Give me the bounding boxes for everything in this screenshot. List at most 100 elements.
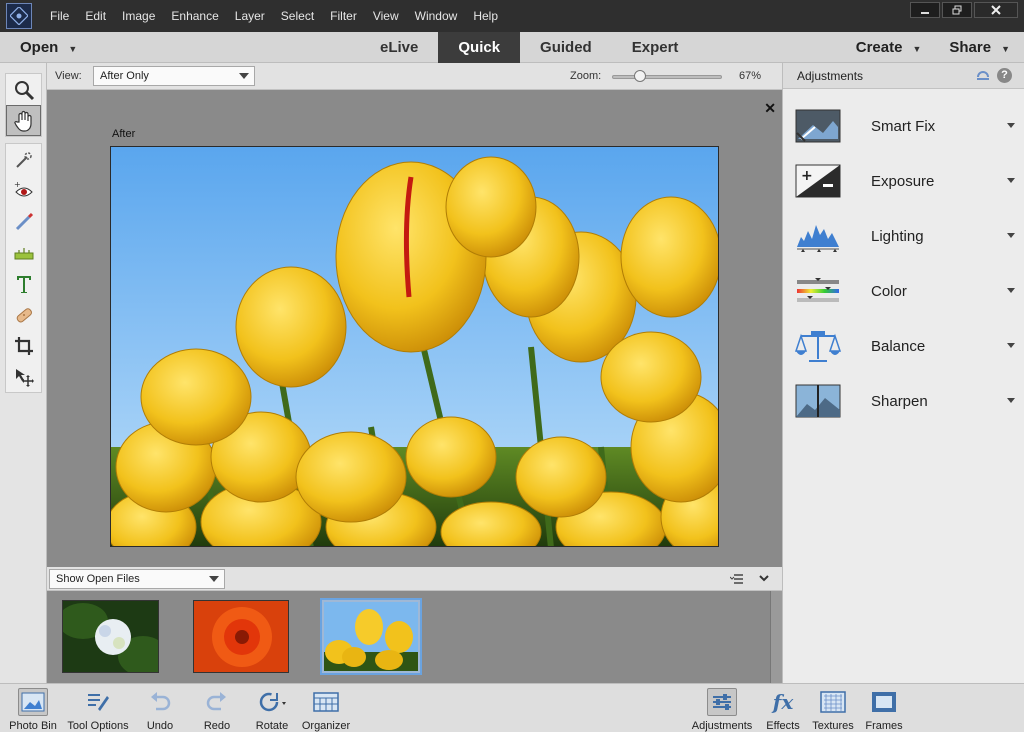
adjustments-sliders-icon	[707, 688, 737, 716]
menu-image[interactable]: Image	[114, 0, 163, 32]
tab-elive[interactable]: eLive	[360, 32, 438, 63]
close-image-button[interactable]: ✕	[764, 100, 776, 117]
fx-icon: fx	[768, 688, 798, 716]
create-button[interactable]: Create ▼	[856, 32, 922, 65]
redo-button[interactable]: Redo	[197, 684, 237, 732]
frames-button[interactable]: Frames	[862, 684, 906, 732]
zoom-slider-thumb[interactable]	[634, 70, 646, 82]
textures-icon	[818, 688, 848, 716]
edit-tools-group: +	[5, 143, 42, 393]
tulips-photo	[110, 146, 719, 547]
menu-filter[interactable]: Filter	[322, 0, 365, 32]
crop-tool[interactable]	[6, 330, 41, 361]
menu-layer[interactable]: Layer	[227, 0, 273, 32]
open-button[interactable]: Open ▼	[20, 32, 77, 65]
tab-expert[interactable]: Expert	[612, 32, 699, 63]
spot-healing-brush-tool[interactable]	[6, 299, 41, 330]
balance-label: Balance	[871, 337, 926, 355]
frames-label: Frames	[865, 720, 903, 732]
photo-bin-label: Photo Bin	[9, 720, 57, 732]
photo-bin-button[interactable]: Photo Bin	[6, 684, 60, 732]
source-select-chevron-down-icon	[209, 576, 219, 582]
adjustments-panel-header: Adjustments ?	[783, 63, 1024, 89]
create-label: Create	[855, 39, 903, 56]
menu-window[interactable]: Window	[407, 0, 466, 32]
tool-options-label: Tool Options	[67, 720, 129, 732]
undo-icon	[145, 688, 175, 716]
rotate-label: Rotate	[255, 720, 289, 732]
yellow-tulips-thumbnail-image	[324, 602, 418, 671]
organizer-button[interactable]: Organizer	[300, 684, 352, 732]
smart-fix-label: Smart Fix	[871, 117, 936, 135]
adjustment-smart-fix[interactable]: Smart Fix	[783, 104, 1024, 148]
tool-options-button[interactable]: Tool Options	[64, 684, 132, 732]
quick-selection-icon	[15, 151, 32, 168]
balance-icon	[795, 328, 841, 364]
menu-enhance[interactable]: Enhance	[163, 0, 226, 32]
menu-edit[interactable]: Edit	[77, 0, 114, 32]
view-select-chevron-down-icon	[239, 73, 249, 79]
open-chevron-down-icon: ▼	[68, 44, 78, 54]
adjustment-lighting[interactable]: Lighting	[783, 214, 1024, 258]
thumbnail-yellow-tulips[interactable]	[320, 598, 422, 675]
thumbnail-orange-flower[interactable]	[193, 600, 289, 673]
zoom-tool[interactable]	[6, 74, 41, 105]
rotate-button[interactable]: Rotate	[250, 684, 294, 732]
view-tools-group	[5, 73, 42, 137]
menu-view[interactable]: View	[365, 0, 407, 32]
open-label: Open	[20, 39, 59, 56]
effects-label: Effects	[766, 720, 800, 732]
bin-options-button[interactable]	[729, 573, 744, 588]
adjustments-panel-button[interactable]: Adjustments	[688, 684, 756, 732]
adjustment-balance[interactable]: Balance	[783, 324, 1024, 368]
menu-select[interactable]: Select	[273, 0, 322, 32]
share-chevron-down-icon: ▼	[1001, 44, 1010, 54]
smart-fix-icon	[795, 108, 841, 144]
move-tool[interactable]	[6, 361, 41, 392]
close-window-button[interactable]	[974, 2, 1018, 18]
zoom-slider-track[interactable]	[612, 75, 722, 79]
sharpen-chevron-down-icon	[1007, 398, 1015, 403]
view-select-value: After Only	[100, 70, 149, 82]
view-select[interactable]: After Only	[93, 66, 255, 86]
frames-icon	[869, 688, 899, 716]
hand-tool[interactable]	[6, 105, 41, 136]
straighten-icon	[14, 247, 33, 259]
exposure-icon: +	[795, 163, 841, 199]
smart-fix-chevron-down-icon	[1007, 123, 1015, 128]
photo-bin-source-select[interactable]: Show Open Files	[49, 569, 225, 589]
adjustment-color[interactable]: Color	[783, 269, 1024, 313]
menu-help[interactable]: Help	[465, 0, 506, 32]
svg-text:+: +	[14, 180, 21, 189]
straighten-tool[interactable]	[6, 237, 41, 268]
quick-selection-tool[interactable]	[6, 144, 41, 175]
minimize-button[interactable]	[910, 2, 940, 18]
image-canvas[interactable]: ✕ After	[47, 90, 782, 567]
share-button[interactable]: Share ▼	[949, 32, 1010, 65]
lighting-chevron-down-icon	[1007, 233, 1015, 238]
photo-bin-scrollbar[interactable]	[770, 591, 782, 683]
collapse-bin-button[interactable]	[758, 572, 770, 587]
adjustment-exposure[interactable]: + Exposure	[783, 159, 1024, 203]
thumbnail-hydrangea[interactable]	[62, 600, 159, 673]
bottom-taskbar: Photo Bin Tool Options Undo Redo Rotate …	[0, 683, 1024, 732]
effects-glyph: fx	[772, 690, 794, 714]
red-eye-removal-tool[interactable]: +	[6, 175, 41, 206]
tool-options-icon	[83, 688, 113, 716]
chevron-down-icon	[759, 575, 769, 582]
undo-button[interactable]: Undo	[140, 684, 180, 732]
menu-file[interactable]: File	[42, 0, 77, 32]
restore-button[interactable]	[942, 2, 972, 18]
adjustment-sharpen[interactable]: Sharpen	[783, 379, 1024, 423]
balance-chevron-down-icon	[1007, 343, 1015, 348]
tab-quick[interactable]: Quick	[438, 32, 521, 63]
whiten-teeth-tool[interactable]	[6, 206, 41, 237]
reset-panel-icon[interactable]	[975, 68, 991, 83]
tab-guided[interactable]: Guided	[520, 32, 612, 63]
textures-label: Textures	[812, 720, 854, 732]
effects-button[interactable]: fx Effects	[762, 684, 804, 732]
restore-icon	[952, 5, 962, 15]
textures-button[interactable]: Textures	[810, 684, 856, 732]
help-button[interactable]: ?	[997, 68, 1012, 83]
type-tool[interactable]	[6, 268, 41, 299]
